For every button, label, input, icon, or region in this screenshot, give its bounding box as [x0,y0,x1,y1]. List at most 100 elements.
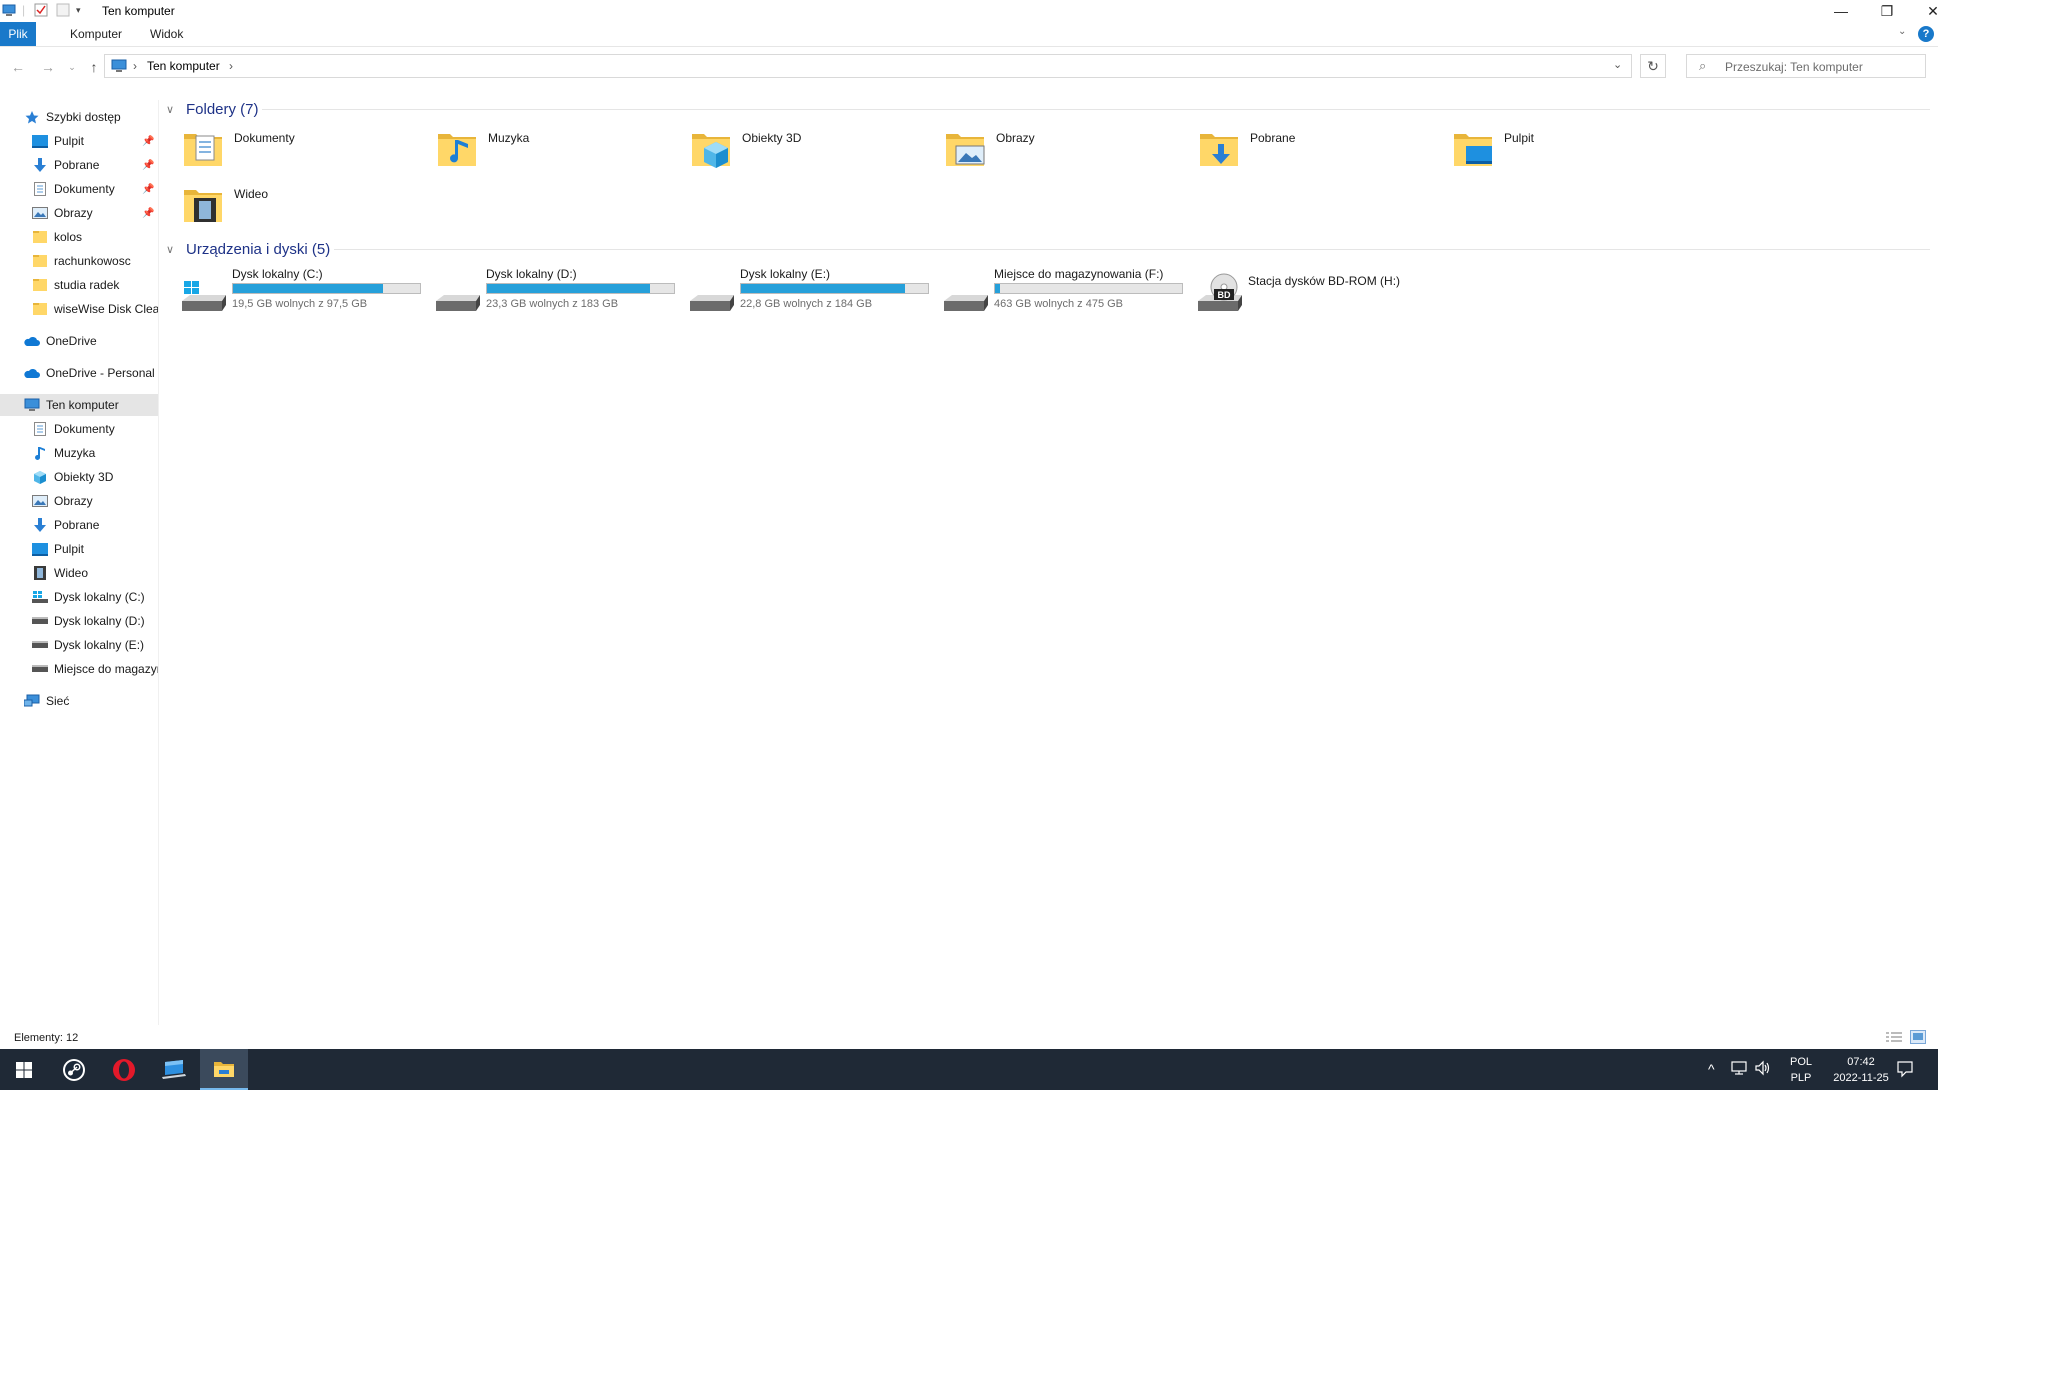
sidebar-item-pulpit[interactable]: Pulpit 📌 [0,130,158,152]
sidebar-item-ten-komputer[interactable]: Ten komputer [0,394,158,416]
collapse-chevron-icon[interactable]: ∨ [166,243,180,256]
address-dropdown-icon[interactable]: ⌄ [1613,58,1622,71]
windows-drive-icon [32,590,48,604]
folder-tile-obrazy[interactable]: Obrazy [944,124,1194,176]
tab-widok[interactable]: Widok [140,22,193,46]
drive-tile-e[interactable]: Dysk lokalny (E:) 22,8 GB wolnych z 184 … [688,267,938,319]
drive-tile-c[interactable]: Dysk lokalny (C:) 19,5 GB wolnych z 97,5… [180,267,430,319]
sidebar-item-pc-dokumenty[interactable]: Dokumenty [0,418,158,440]
file-explorer-taskbar-button[interactable] [200,1049,248,1090]
sidebar-item-kolos[interactable]: kolos [0,226,158,248]
search-input[interactable] [1723,57,1923,77]
large-icons-view-icon[interactable] [1910,1030,1926,1044]
steam-icon [63,1058,85,1081]
tab-komputer[interactable]: Komputer [60,22,132,46]
up-arrow-icon[interactable]: ↑ [84,57,104,77]
steam-taskbar-button[interactable] [50,1049,98,1090]
back-arrow-icon[interactable]: ← [8,57,28,77]
input-language-indicator[interactable]: POL PLP [1786,1054,1816,1086]
sidebar-item-label: Muzyka [54,446,96,460]
sidebar-item-pobrane[interactable]: Pobrane 📌 [0,154,158,176]
sidebar-item-drive-d[interactable]: Dysk lokalny (D:) [0,610,158,632]
sidebar-item-obiekty-3d[interactable]: Obiekty 3D [0,466,158,488]
folder-tile-dokumenty[interactable]: Dokumenty [182,124,432,176]
folder-tile-muzyka[interactable]: Muzyka [436,124,686,176]
sidebar-item-label: Dysk lokalny (E:) [54,638,145,652]
sidebar-item-label: studia radek [54,278,120,292]
refresh-icon[interactable]: ↻ [1640,54,1666,78]
sidebar-item-label: Pobrane [54,158,100,172]
navigation-pane: Szybki dostęp Pulpit 📌 Pobrane 📌 Dokumen… [0,100,159,1025]
opera-taskbar-button[interactable] [100,1049,148,1090]
sidebar-item-drive-c[interactable]: Dysk lokalny (C:) [0,586,158,608]
collapse-chevron-icon[interactable]: ∨ [166,103,180,116]
sidebar-item-pc-pulpit[interactable]: Pulpit [0,538,158,560]
3d-objects-folder-icon [692,134,730,168]
tab-plik[interactable]: Plik [0,22,36,46]
minimize-button[interactable]: — [1818,0,1864,22]
sidebar-item-onedrive-personal[interactable]: OneDrive - Personal [0,362,158,384]
properties-icon[interactable] [34,3,48,17]
breadcrumb-chevron[interactable]: › [229,59,233,73]
svg-text:BD: BD [1218,290,1231,300]
group-header-devices[interactable]: ∨ Urządzenia i dyski (5) [166,239,330,259]
drive-tile-f[interactable]: Miejsce do magazynowania (F:) 463 GB wol… [942,267,1192,319]
drive-free-space: 463 GB wolnych z 475 GB [994,298,1124,310]
folder-tile-pobrane[interactable]: Pobrane [1198,124,1448,176]
recent-locations-chevron-icon[interactable]: ⌄ [62,57,82,77]
sidebar-item-onedrive[interactable]: OneDrive [0,330,158,352]
volume-icon[interactable] [1754,1060,1772,1079]
sidebar-item-drive-f[interactable]: Miejsce do magazynowania (F:) [0,658,158,680]
sidebar-item-rachunkowosc[interactable]: rachunkowosc [0,250,158,272]
network-status-icon[interactable] [1730,1060,1748,1079]
sidebar-item-wisewise[interactable]: wiseWise Disk Cleaner [0,298,158,320]
address-bar[interactable]: › Ten komputer › ⌄ [104,54,1632,78]
opera-icon [113,1058,135,1081]
close-button[interactable]: ✕ [1910,0,1956,22]
clock[interactable]: 07:42 2022-11-25 [1826,1054,1896,1086]
sidebar-item-quick-access[interactable]: Szybki dostęp [0,106,158,128]
drive-usage-fill [487,284,651,293]
customize-quick-access-icon[interactable]: ▾ [76,3,81,17]
show-hidden-icons-chevron-icon[interactable]: ^ [1708,1061,1715,1077]
folder-tile-pulpit[interactable]: Pulpit [1452,124,1702,176]
folder-tile-obiekty-3d[interactable]: Obiekty 3D [690,124,940,176]
sidebar-item-studia-radek[interactable]: studia radek [0,274,158,296]
search-box[interactable]: ⌕ [1686,54,1926,78]
new-folder-icon[interactable] [56,3,70,17]
pin-icon[interactable]: 📌 [142,208,154,219]
remote-desktop-taskbar-button[interactable] [150,1049,198,1090]
sidebar-item-label: rachunkowosc [54,254,131,268]
sidebar-item-wideo[interactable]: Wideo [0,562,158,584]
action-center-icon[interactable] [1896,1060,1914,1081]
pin-icon[interactable]: 📌 [142,160,154,171]
group-header-folders[interactable]: ∨ Foldery (7) [166,99,259,119]
pin-icon[interactable]: 📌 [142,136,154,147]
sidebar-item-label: Obrazy [54,494,93,508]
video-film-icon [32,566,48,580]
sidebar-item-label: Pulpit [54,542,85,556]
drive-tile-h[interactable]: BD Stacja dysków BD-ROM (H:) [1196,267,1446,319]
sidebar-item-siec[interactable]: Sieć [0,690,158,712]
sidebar-item-pc-obrazy[interactable]: Obrazy [0,490,158,512]
expand-ribbon-icon[interactable]: ⌄ [1898,26,1906,37]
drive-tile-d[interactable]: Dysk lokalny (D:) 23,3 GB wolnych z 183 … [434,267,684,319]
sidebar-item-drive-e[interactable]: Dysk lokalny (E:) [0,634,158,656]
details-view-icon[interactable] [1886,1031,1902,1043]
sidebar-item-muzyka[interactable]: Muzyka [0,442,158,464]
sidebar-item-dokumenty[interactable]: Dokumenty 📌 [0,178,158,200]
windows-drive-icon [182,281,226,311]
desktop-folder-icon [1454,134,1492,166]
download-arrow-icon [32,158,48,172]
start-button[interactable] [0,1049,48,1090]
breadcrumb-ten-komputer[interactable]: Ten komputer [147,59,220,73]
folder-tile-wideo[interactable]: Wideo [182,180,432,232]
drive-name: Miejsce do magazynowania (F:) [994,267,1164,281]
sidebar-item-obrazy[interactable]: Obrazy 📌 [0,202,158,224]
sidebar-item-pc-pobrane[interactable]: Pobrane [0,514,158,536]
pin-icon[interactable]: 📌 [142,184,154,195]
forward-arrow-icon[interactable]: → [38,57,58,77]
sidebar-item-label: OneDrive [46,334,97,348]
help-icon[interactable]: ? [1918,26,1934,42]
maximize-button[interactable]: ❐ [1864,0,1910,22]
